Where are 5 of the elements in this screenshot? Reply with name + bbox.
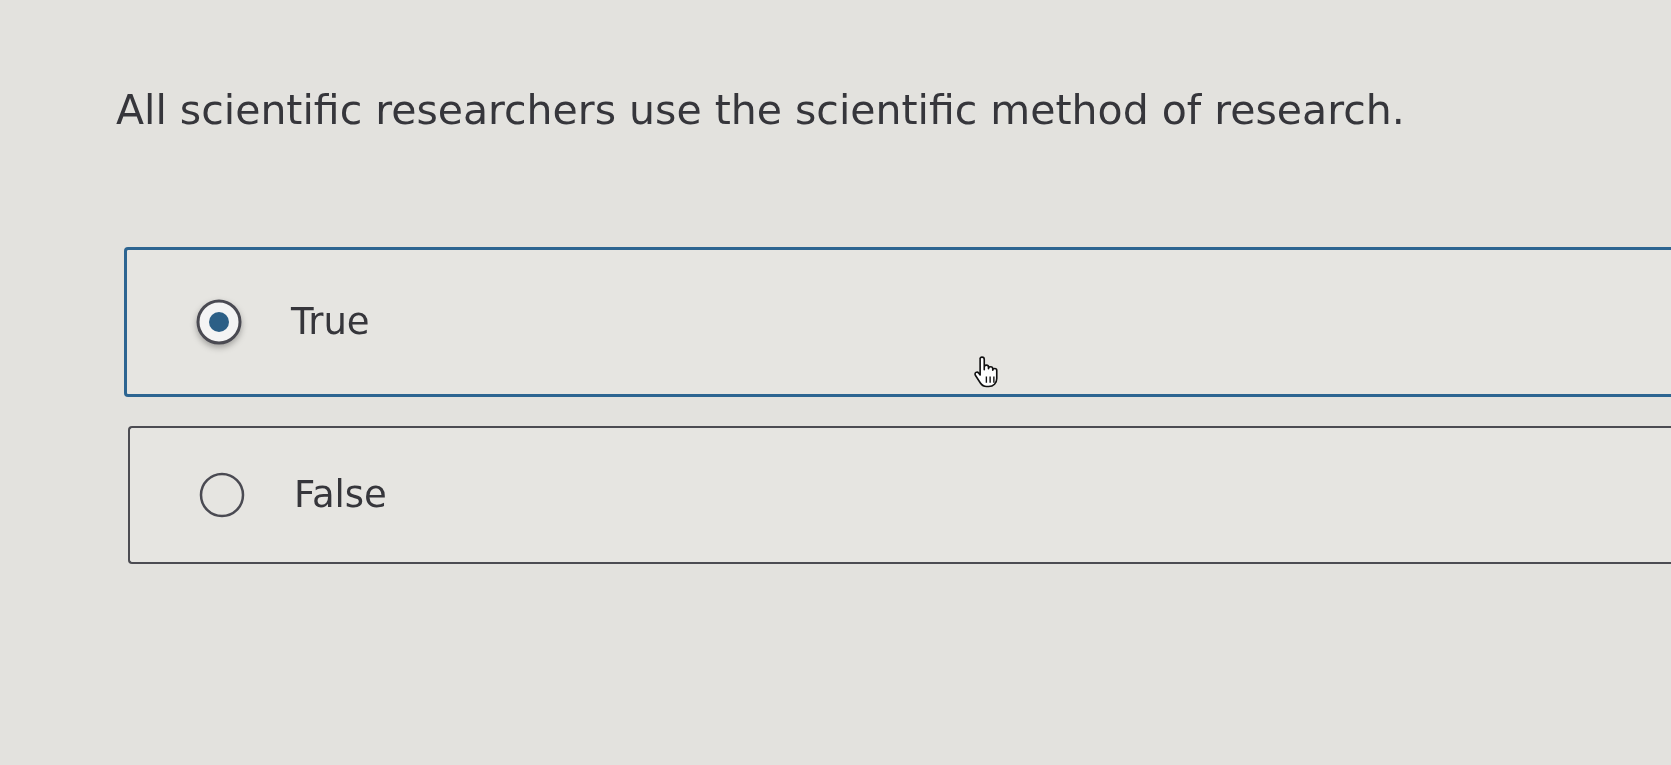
radio-selected-icon[interactable] — [195, 298, 243, 347]
answer-option[interactable]: False — [128, 426, 1671, 565]
radio-icon[interactable] — [198, 471, 246, 520]
answer-option[interactable]: True — [124, 247, 1671, 398]
question-text: All scientific researchers use the scientific method of research. — [116, 85, 1405, 136]
